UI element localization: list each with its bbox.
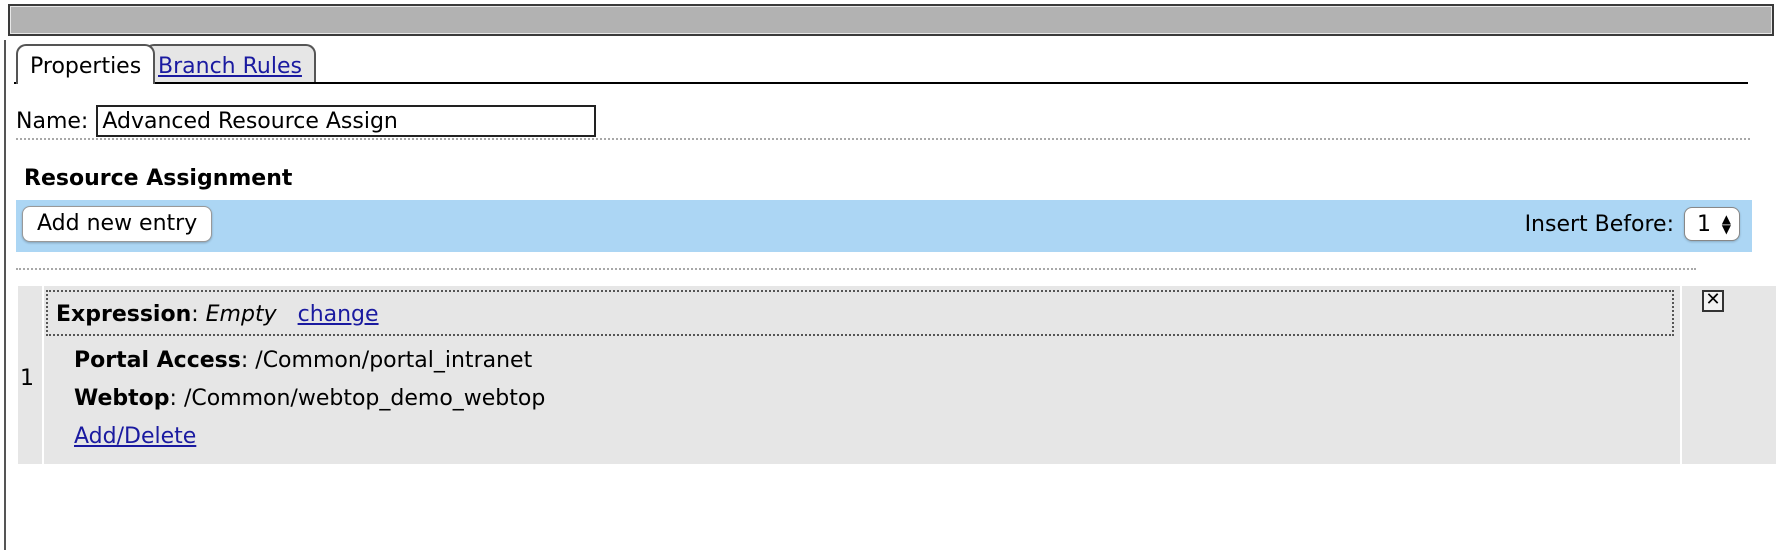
webtop-row: Webtop: /Common/webtop_demo_webtop [74, 386, 545, 411]
entry-index: 1 [20, 366, 34, 391]
webtop-label: Webtop [74, 386, 170, 411]
expression-colon: : [191, 302, 206, 327]
webtop-colon: : [169, 386, 184, 411]
add-delete-link[interactable]: Add/Delete [74, 424, 196, 449]
updown-arrows-icon: ▲ ▼ [1721, 212, 1731, 236]
portal-access-value: /Common/portal_intranet [255, 348, 533, 373]
portal-access-colon: : [240, 348, 256, 373]
resource-entry: 1 Expression: Empty change Portal Access… [18, 286, 1776, 464]
add-delete-row: Add/Delete [74, 424, 196, 449]
insert-before-group: Insert Before: 1 ▲ ▼ [1525, 206, 1740, 242]
divider-bottom [16, 268, 1696, 270]
change-expression-link[interactable]: change [298, 302, 379, 327]
webtop-value: /Common/webtop_demo_webtop [183, 386, 546, 411]
add-new-entry-button[interactable]: Add new entry [22, 206, 213, 242]
expression-value: Empty [205, 302, 277, 327]
expression-label: Expression [56, 302, 192, 327]
tab-properties[interactable]: Properties [16, 44, 156, 84]
insert-before-value: 1 [1697, 211, 1711, 237]
section-title: Resource Assignment [24, 166, 293, 191]
tab-branch-rules-label[interactable]: Branch Rules [158, 54, 302, 79]
expression-box: Expression: Empty change [46, 290, 1674, 336]
tab-branch-rules[interactable]: Branch Rules [144, 44, 316, 82]
window-titlebar [8, 4, 1774, 36]
entry-index-column: 1 [18, 286, 42, 464]
tab-baseline [14, 82, 1748, 84]
tab-properties-label: Properties [30, 54, 142, 79]
entry-main: Expression: Empty change Portal Access: … [44, 286, 1680, 464]
insert-before-label: Insert Before: [1524, 211, 1674, 237]
name-row: Name: [16, 104, 597, 138]
window-left-edge [4, 40, 6, 550]
portal-access-label: Portal Access [74, 348, 241, 373]
name-label: Name: [16, 108, 89, 134]
portal-access-row: Portal Access: /Common/portal_intranet [74, 348, 532, 373]
tab-bar: Properties Branch Rules [14, 44, 1748, 84]
divider-top [16, 138, 1750, 140]
insert-before-select[interactable]: 1 ▲ ▼ [1684, 207, 1740, 241]
close-icon[interactable]: ✕ [1702, 290, 1724, 312]
resource-toolbar: Add new entry Insert Before: 1 ▲ ▼ [16, 200, 1752, 252]
name-input[interactable] [96, 105, 597, 137]
entry-actions-column: ✕ [1682, 286, 1776, 464]
